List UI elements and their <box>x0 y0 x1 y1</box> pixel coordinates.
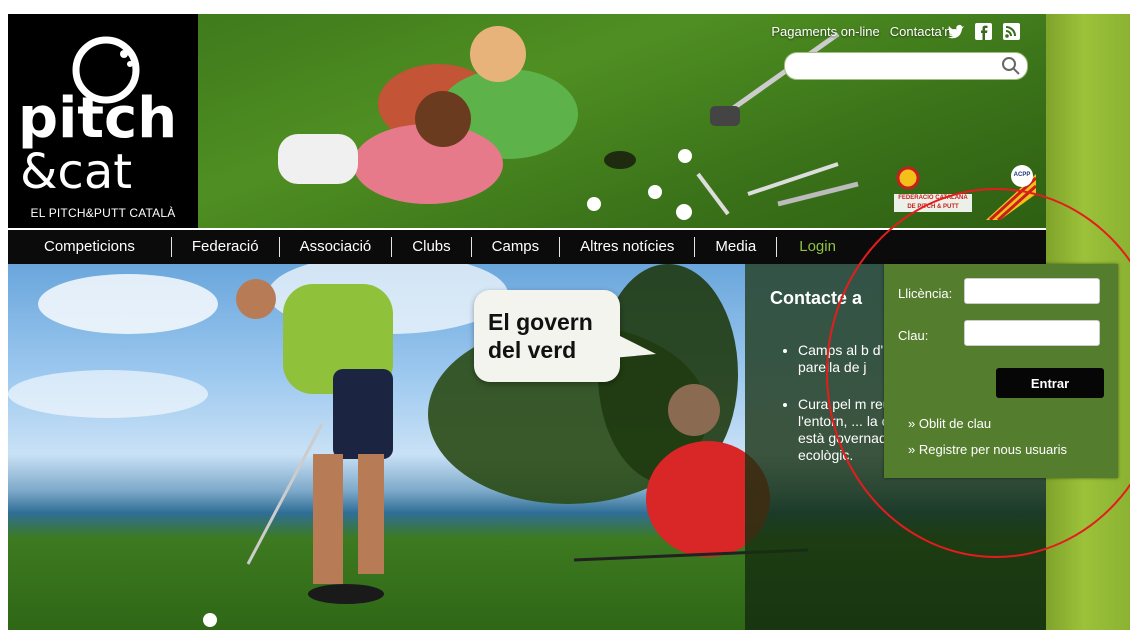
rss-icon[interactable] <box>1002 23 1022 41</box>
acpp-logo-text: ACPP <box>1013 172 1031 178</box>
nav-login[interactable]: Login <box>777 237 856 257</box>
nav-media[interactable]: Media <box>695 237 778 257</box>
nav-camps[interactable]: Camps <box>472 237 561 257</box>
header-banner: Pagaments on-line Contacta'ns FEDERACIÓ … <box>198 14 1046 228</box>
nav-altres-noticies[interactable]: Altres notícies <box>560 237 696 257</box>
top-links: Pagaments on-line Contacta'ns <box>771 24 958 39</box>
link-online-payments[interactable]: Pagaments on-line <box>771 24 879 39</box>
logo-word-cat: &cat <box>20 144 133 200</box>
nav-associacio[interactable]: Associació <box>280 237 393 257</box>
speech-bubble-tail <box>612 332 656 358</box>
search-box <box>784 52 1028 80</box>
logo-word-pitch: pitch <box>18 86 178 151</box>
bubble-line-1: El govern <box>488 309 593 335</box>
search-icon[interactable] <box>1001 56 1021 76</box>
facebook-icon[interactable] <box>974 23 994 41</box>
nav-federacio[interactable]: Federació <box>172 237 280 257</box>
search-input[interactable] <box>797 57 997 77</box>
nav-competicions[interactable]: Competicions <box>8 237 172 257</box>
site-logo[interactable]: pitch &cat EL PITCH&PUTT CATALÀ <box>8 14 198 228</box>
twitter-icon[interactable] <box>946 23 966 41</box>
nav-clubs[interactable]: Clubs <box>392 237 472 257</box>
logo-tagline: EL PITCH&PUTT CATALÀ <box>30 206 176 220</box>
speech-bubble-text: El govern del verd <box>488 308 612 364</box>
bubble-line-2: del verd <box>488 337 577 363</box>
